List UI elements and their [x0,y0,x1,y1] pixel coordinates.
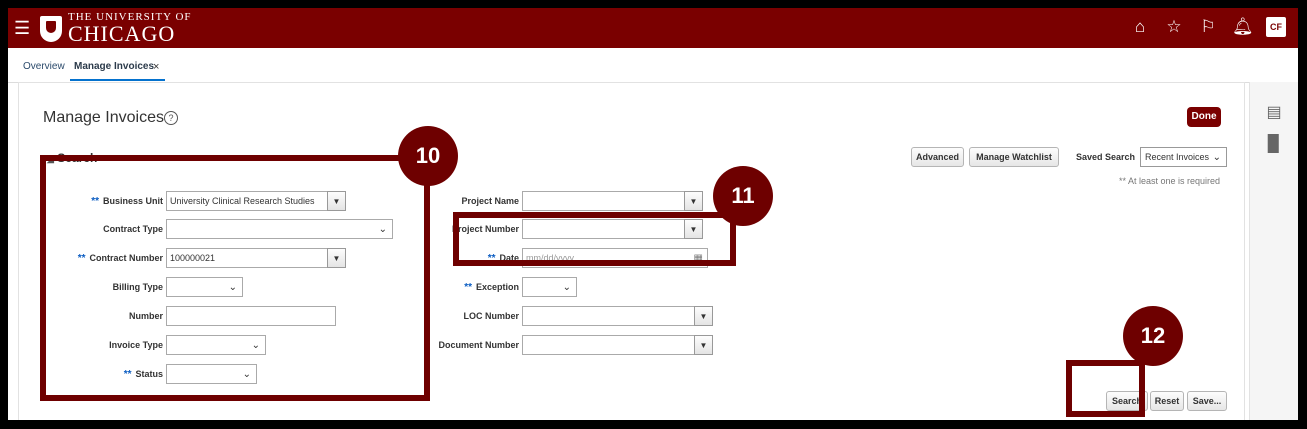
tab-overview[interactable]: Overview [23,61,65,72]
top-bar: ☰ THE UNIVERSITY OF CHICAGO ⌂ ☆ ⚐ 🔔︎ CF [8,8,1298,48]
document-number-select[interactable]: ▼ [522,335,713,355]
page-title: Manage Invoices [43,109,164,126]
callout-number-11: 11 [713,166,773,226]
callout-box-11 [453,212,736,266]
manage-watchlist-button[interactable]: Manage Watchlist [969,147,1059,167]
top-icons: ⌂ ☆ ⚐ 🔔︎ CF [1130,17,1286,37]
loc-number-select[interactable]: ▼ [522,306,713,326]
callout-number-12: 12 [1123,306,1183,366]
avatar[interactable]: CF [1266,17,1286,37]
chevron-down-icon: ⌄ [562,282,571,293]
saved-search-label: Saved Search [1076,152,1136,162]
callout-box-12 [1066,360,1145,417]
chevron-down-icon: ⌄ [1212,152,1221,163]
done-button[interactable]: Done [1187,107,1221,127]
active-tab-indicator [70,79,165,81]
tab-bar: Overview Manage Invoices × [8,48,1298,83]
reset-button[interactable]: Reset [1150,391,1184,411]
save-button[interactable]: Save... [1187,391,1227,411]
required-hint: ** At least one is required [1119,176,1221,186]
saved-search-select[interactable]: Recent Invoices ⌄ [1140,147,1227,167]
star-icon[interactable]: ☆ [1164,17,1184,37]
university-logo[interactable]: THE UNIVERSITY OF CHICAGO [40,12,192,45]
home-icon[interactable]: ⌂ [1130,17,1150,37]
close-icon[interactable]: × [153,61,159,73]
dropdown-arrow-icon[interactable]: ▼ [684,191,703,211]
shield-icon [40,15,62,42]
flag-icon[interactable]: ⚐ [1198,17,1218,37]
callout-number-10: 10 [398,126,458,186]
project-name-select[interactable]: ▼ [522,191,703,211]
bell-icon[interactable]: 🔔︎ [1232,17,1254,37]
dropdown-arrow-icon[interactable]: ▼ [694,335,713,355]
logo-big-text: CHICAGO [68,21,176,46]
bar-chart-icon[interactable]: ▉ [1261,131,1287,157]
document-icon[interactable]: ▤ [1261,99,1287,125]
advanced-button[interactable]: Advanced [911,147,964,167]
tab-manage-invoices[interactable]: Manage Invoices [74,61,154,72]
dropdown-arrow-icon[interactable]: ▼ [694,306,713,326]
callout-box-10 [40,155,430,401]
exception-select[interactable]: ⌄ [522,277,577,297]
help-icon[interactable]: ? [164,111,178,125]
hamburger-menu-icon[interactable]: ☰ [14,19,30,37]
right-side-panel: ▤ ▉ [1249,82,1298,420]
